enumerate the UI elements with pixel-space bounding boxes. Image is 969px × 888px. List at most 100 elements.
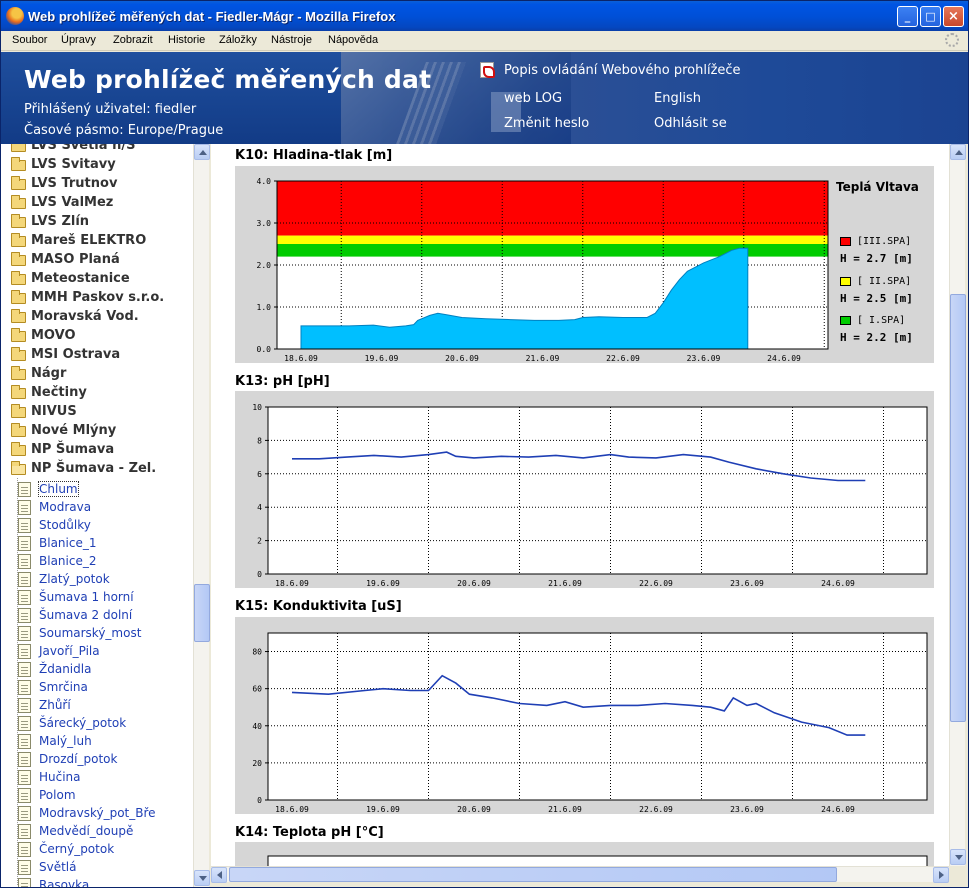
- tree-station[interactable]: Šumava 1 horní: [1, 589, 193, 608]
- tree-folder[interactable]: Nové Mlýny: [1, 423, 193, 442]
- title-bar[interactable]: Web prohlížeč měřených dat - Fiedler-Mág…: [1, 1, 968, 31]
- tree-station-link[interactable]: Malý_luh: [39, 734, 92, 748]
- tree-station[interactable]: Polom: [1, 787, 193, 806]
- tree-station-link[interactable]: Blanice_2: [39, 554, 96, 568]
- tree-folder[interactable]: LVS Svitavy: [1, 157, 193, 176]
- tree-station-link[interactable]: Blanice_1: [39, 536, 96, 550]
- tree-station-link[interactable]: Ždanidla: [39, 662, 91, 676]
- content-scroll-up[interactable]: [950, 144, 966, 160]
- tree-station-link[interactable]: Šumava 1 horní: [39, 590, 134, 604]
- menu-nastroje[interactable]: Nástroje: [271, 34, 312, 46]
- tree-folder[interactable]: NIVUS: [1, 404, 193, 423]
- tree-station[interactable]: Drozdí_potok: [1, 751, 193, 770]
- tree-station[interactable]: Chlum: [1, 481, 193, 500]
- tree-station[interactable]: Modrava: [1, 499, 193, 518]
- tree-station[interactable]: Hučina: [1, 769, 193, 788]
- tree-station[interactable]: Javoří_Pila: [1, 643, 193, 662]
- content-hscrollbar[interactable]: [211, 866, 949, 883]
- tree-scrollbar[interactable]: [193, 144, 210, 887]
- tree-station-link[interactable]: Světlá: [39, 860, 77, 874]
- logout-link[interactable]: Odhlásit se: [654, 116, 727, 131]
- tree-folder[interactable]: Mareš ELEKTRO: [1, 233, 193, 252]
- tree-station[interactable]: Blanice_2: [1, 553, 193, 572]
- change-password-link[interactable]: Změnit heslo: [504, 116, 589, 131]
- tree-folder[interactable]: LVS Zlín: [1, 214, 193, 233]
- tree-folder[interactable]: Nečtiny: [1, 385, 193, 404]
- content-scroll-left[interactable]: [211, 867, 227, 883]
- tree-station[interactable]: Černý_potok: [1, 841, 193, 860]
- tree-station-link[interactable]: Šárecký_potok: [39, 716, 126, 730]
- tree-folder[interactable]: Moravská Vod.: [1, 309, 193, 328]
- tree-scroll-thumb[interactable]: [194, 584, 210, 642]
- manual-link[interactable]: Popis ovládání Webového prohlížeče: [504, 63, 741, 78]
- tree-station-link[interactable]: Šumava 2 dolní: [39, 608, 132, 622]
- minimize-button[interactable]: _: [897, 6, 918, 27]
- tree-folder[interactable]: LVS Trutnov: [1, 176, 193, 195]
- legend-value-ii: H = 2.5 [m]: [840, 292, 913, 305]
- tree-folder[interactable]: MASO Planá: [1, 252, 193, 271]
- tree-station[interactable]: Malý_luh: [1, 733, 193, 752]
- tree-station-link[interactable]: Polom: [39, 788, 76, 802]
- tree-station-link[interactable]: Smrčina: [39, 680, 88, 694]
- content-hscroll-thumb[interactable]: [229, 867, 837, 882]
- x-tick-label: 19.6.09: [365, 354, 399, 363]
- menu-upravy[interactable]: Úpravy: [61, 34, 96, 46]
- tree-folder[interactable]: Nágr: [1, 366, 193, 385]
- tree-station[interactable]: Medvědí_doupě: [1, 823, 193, 842]
- timezone: Časové pásmo: Europe/Prague: [24, 123, 224, 138]
- tree-station-link[interactable]: Zlatý_potok: [39, 572, 110, 586]
- content-scroll-thumb[interactable]: [950, 294, 966, 722]
- menu-historie[interactable]: Historie: [168, 34, 205, 46]
- tree-folder[interactable]: NP Šumava - Zel.: [1, 461, 193, 480]
- tree-station-link[interactable]: Modrava: [39, 500, 91, 514]
- tree-station[interactable]: Světlá: [1, 859, 193, 878]
- k10-chart: 0.0 1.0 2.0 3.0 4.0 18.6.09 19.6.09 20.6.09 21.6…: [257, 177, 829, 363]
- tree-station[interactable]: Stodůlky: [1, 517, 193, 536]
- weblog-link[interactable]: web LOG: [504, 91, 562, 106]
- menu-napoveda[interactable]: Nápověda: [328, 34, 378, 46]
- tree-station[interactable]: Zlatý_potok: [1, 571, 193, 590]
- tree-station[interactable]: Zhůří: [1, 697, 193, 716]
- content-scroll-down[interactable]: [950, 849, 966, 865]
- tree-folder[interactable]: LVS Světlá n/S: [1, 144, 193, 157]
- pdf-icon[interactable]: [480, 62, 495, 78]
- tree-station-link[interactable]: Medvědí_doupě: [39, 824, 133, 838]
- menu-zalozky[interactable]: Záložky: [219, 34, 257, 46]
- tree-station[interactable]: Smrčina: [1, 679, 193, 698]
- tree-station[interactable]: Ždanidla: [1, 661, 193, 680]
- tree-station-link[interactable]: Stodůlky: [39, 518, 91, 532]
- tree-scroll-down[interactable]: [194, 870, 210, 886]
- folder-icon: [11, 442, 26, 456]
- tree-station-link[interactable]: Rasovka: [39, 878, 89, 887]
- tree-station-link[interactable]: Zhůří: [39, 698, 71, 712]
- menu-soubor[interactable]: Soubor: [12, 34, 47, 46]
- close-button[interactable]: ×: [943, 6, 964, 27]
- tree-station[interactable]: Šárecký_potok: [1, 715, 193, 734]
- document-icon: [18, 788, 31, 803]
- tree-station-link[interactable]: Soumarský_most: [39, 626, 141, 640]
- tree-station-link[interactable]: Drozdí_potok: [39, 752, 117, 766]
- menu-zobrazit[interactable]: Zobrazit: [113, 34, 153, 46]
- maximize-button[interactable]: □: [920, 6, 941, 27]
- tree-station-link[interactable]: Modravský_pot_Bře: [39, 806, 156, 820]
- y-tick-label: 4: [257, 503, 262, 512]
- tree-station[interactable]: Modravský_pot_Bře: [1, 805, 193, 824]
- tree-station-link[interactable]: Hučina: [39, 770, 81, 784]
- content-scrollbar[interactable]: [949, 144, 966, 866]
- tree-station-link[interactable]: Černý_potok: [39, 842, 114, 856]
- english-link[interactable]: English: [654, 91, 701, 106]
- content-scroll-right[interactable]: [933, 867, 949, 883]
- tree-station[interactable]: Soumarský_most: [1, 625, 193, 644]
- tree-station-link[interactable]: Chlum: [38, 481, 79, 497]
- tree-folder[interactable]: LVS ValMez: [1, 195, 193, 214]
- tree-folder[interactable]: NP Šumava: [1, 442, 193, 461]
- tree-station-link[interactable]: Javoří_Pila: [39, 644, 100, 658]
- tree-station[interactable]: Šumava 2 dolní: [1, 607, 193, 626]
- tree-folder[interactable]: MOVO: [1, 328, 193, 347]
- tree-scroll-up[interactable]: [194, 144, 210, 160]
- tree-station[interactable]: Rasovka: [1, 877, 193, 887]
- tree-folder[interactable]: MSI Ostrava: [1, 347, 193, 366]
- tree-station[interactable]: Blanice_1: [1, 535, 193, 554]
- tree-folder[interactable]: MMH Paskov s.r.o.: [1, 290, 193, 309]
- tree-folder[interactable]: Meteostanice: [1, 271, 193, 290]
